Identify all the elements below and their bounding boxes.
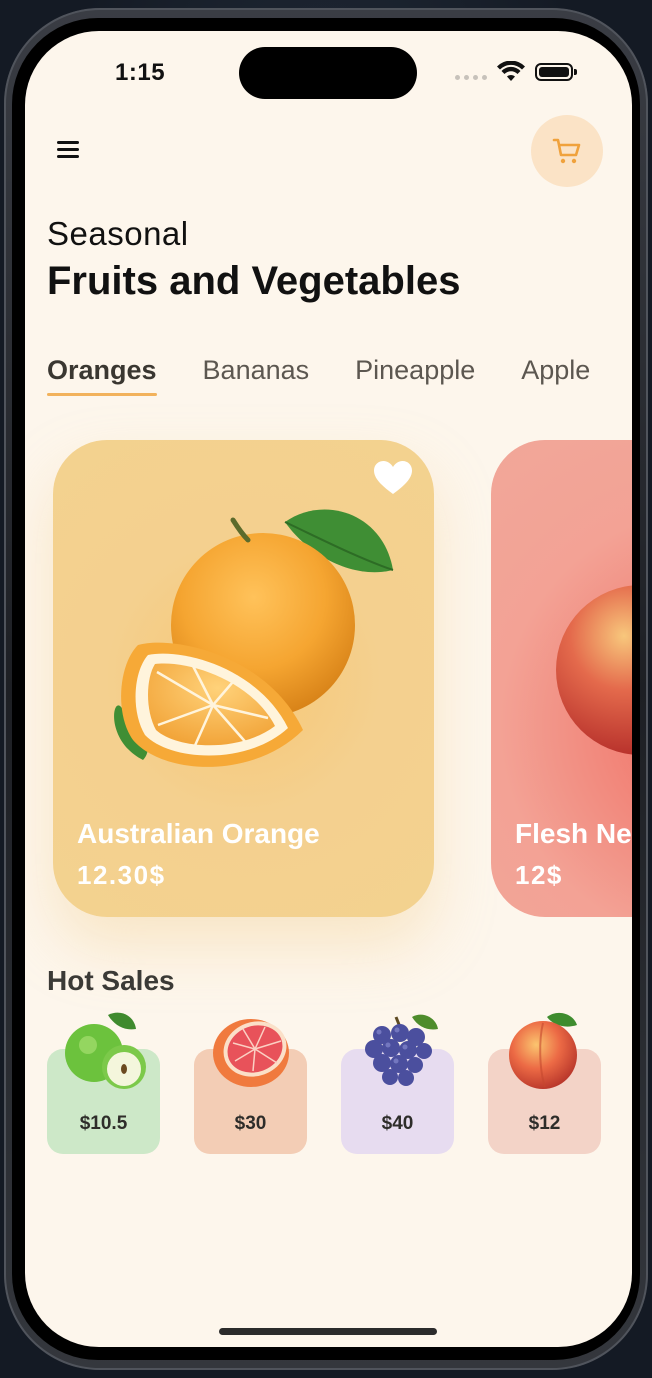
home-indicator[interactable] [219,1328,437,1335]
hot-sale-price: $40 [381,1113,414,1134]
grapes-image [364,1014,438,1086]
battery-icon [535,63,577,81]
card-product-price: 12$ [515,860,563,890]
orange-fruit-image [114,509,394,767]
hot-sale-item-peach[interactable]: $12 [488,1012,601,1154]
cart-icon [552,138,581,164]
product-card-nectarine[interactable]: Flesh Nectarine 12$ [491,440,632,917]
hot-sale-item-apple[interactable]: $10.5 [47,1012,160,1154]
grapefruit-image [212,1019,289,1087]
tab-bananas[interactable]: Bananas [203,355,310,386]
hot-sale-price: $12 [528,1113,561,1134]
page-title: Fruits and Vegetables [47,259,461,303]
card-product-price: 12.30$ [77,860,166,890]
dynamic-island [239,47,417,99]
app-screen: 1:15 Seasonal Fruits and Vegetables Oran… [25,31,632,1347]
tab-pineapple[interactable]: Pineapple [355,355,475,386]
green-apple-image [64,1012,146,1089]
status-time: 1:15 [115,59,166,86]
nectarine-fruit-image [556,585,632,755]
card-product-name: Flesh Nectarine [515,818,632,849]
cart-button[interactable] [531,115,603,187]
tab-apple[interactable]: Apple [521,355,590,386]
tab-oranges[interactable]: Oranges [47,355,157,396]
peach-image [508,1012,577,1089]
wifi-icon [497,61,525,81]
hot-sales-heading: Hot Sales [47,965,175,996]
menu-button[interactable] [55,139,85,165]
category-tabs: Oranges Bananas Pineapple Apple [47,355,632,396]
hot-sale-price: $30 [234,1113,267,1134]
product-card-orange[interactable]: Australian Orange 12.30$ [53,440,434,917]
signal-icon [455,75,487,80]
card-product-name: Australian Orange [77,818,320,849]
hot-sale-item-grapefruit[interactable]: $30 [194,1019,307,1154]
hot-sale-price: $10.5 [79,1113,128,1134]
page-subtitle: Seasonal [47,215,189,252]
hot-sale-item-grapes[interactable]: $40 [341,1014,454,1154]
